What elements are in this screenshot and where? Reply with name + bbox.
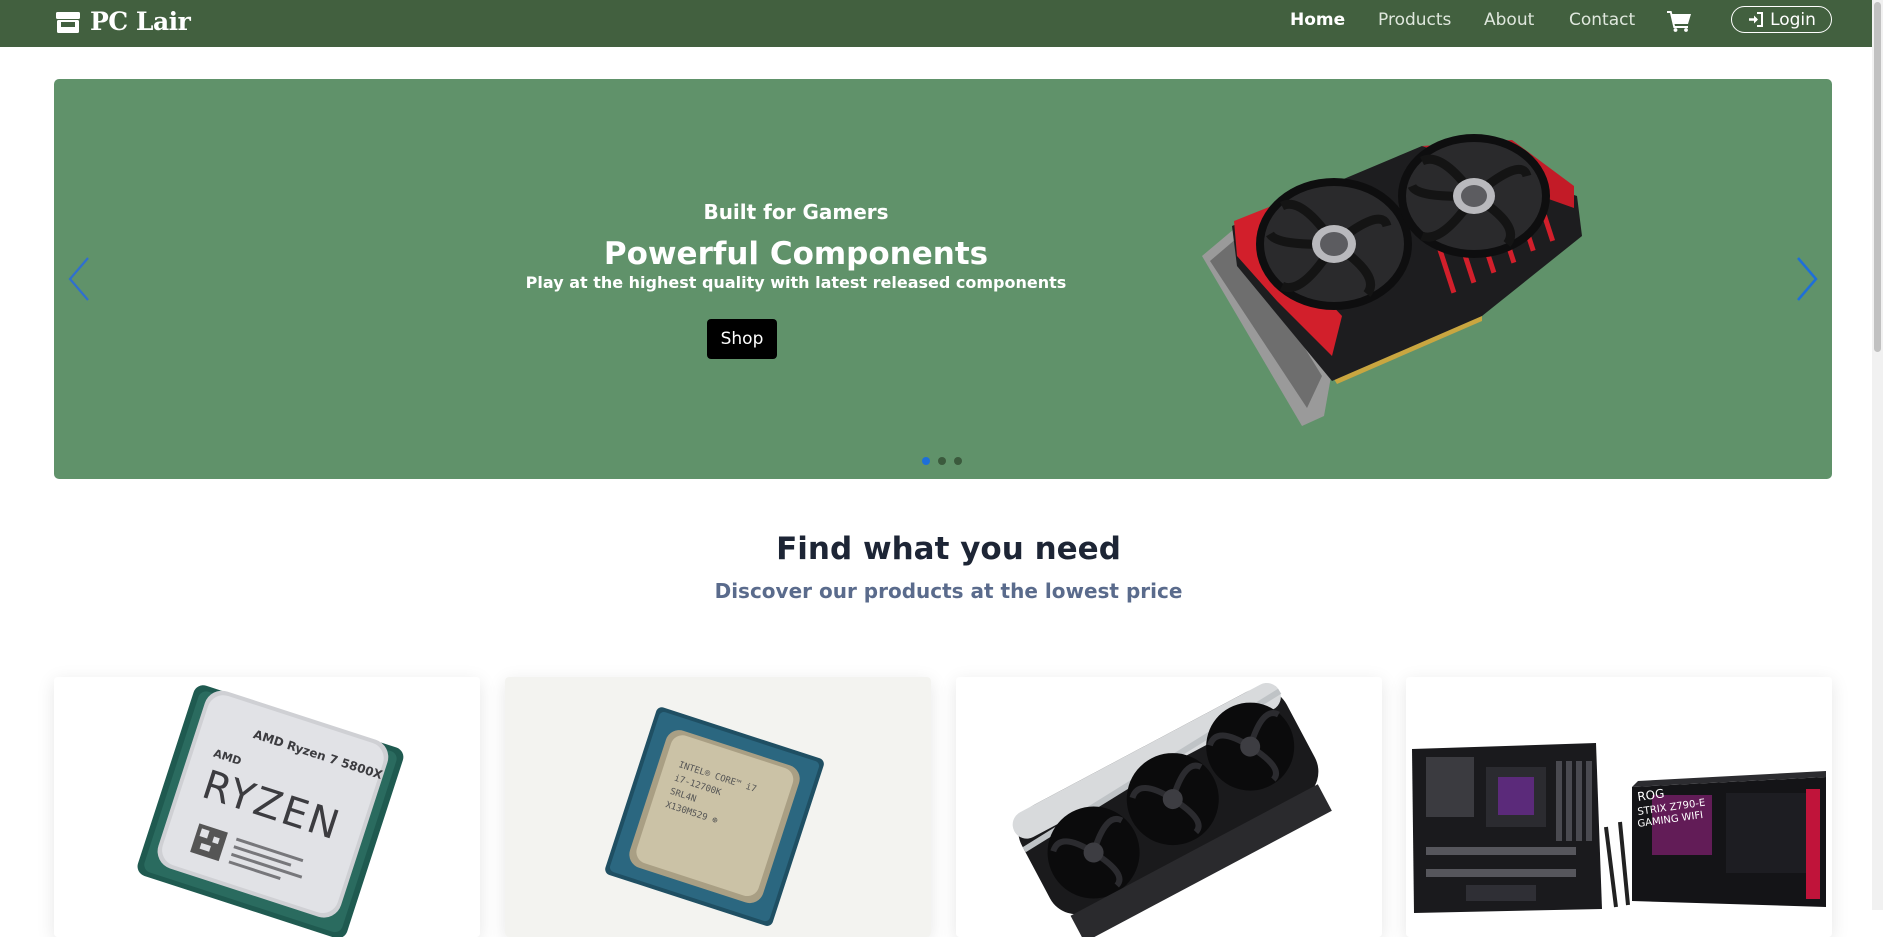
intel-core-cpu-image: INTEL® CORE™ i7 i7-12700K SRL4N X130M529… — [505, 677, 931, 937]
nav-link-products[interactable]: Products — [1378, 10, 1451, 30]
motherboard-box-image: ROG STRIX Z790-E GAMING WIFI — [1406, 677, 1832, 937]
nav-link-about[interactable]: About — [1484, 10, 1534, 30]
navbar: PC Lair Home Products About Contact Logi… — [0, 0, 1872, 47]
carousel-indicator-2[interactable] — [938, 457, 946, 465]
slide-description: Play at the highest quality with latest … — [525, 273, 1067, 292]
carousel-indicators — [922, 457, 970, 465]
brand[interactable]: PC Lair — [54, 7, 191, 37]
product-card-intel-core[interactable]: INTEL® CORE™ i7 i7-12700K SRL4N X130M529… — [505, 677, 931, 937]
carousel-indicator-1[interactable] — [922, 457, 930, 465]
nav-link-home[interactable]: Home — [1290, 10, 1345, 30]
shopping-cart-icon[interactable] — [1666, 10, 1692, 32]
nav-link-contact[interactable]: Contact — [1569, 10, 1635, 30]
graphics-card-image — [956, 677, 1382, 937]
login-button[interactable]: Login — [1731, 6, 1832, 33]
shop-button[interactable]: Shop — [707, 319, 777, 359]
carousel-indicator-3[interactable] — [954, 457, 962, 465]
store-icon — [56, 12, 80, 33]
graphics-card-image — [1202, 134, 1582, 426]
hero-carousel: Built for Gamers Powerful Components Pla… — [54, 79, 1832, 479]
amd-ryzen-cpu-image: AMD Ryzen 7 5800X AMD RYZEN — [54, 677, 480, 937]
sign-in-icon — [1749, 12, 1764, 27]
scrollbar-thumb[interactable] — [1874, 2, 1881, 352]
product-card-amd-ryzen[interactable]: AMD Ryzen 7 5800X AMD RYZEN — [54, 677, 480, 937]
section-title: Find what you need — [776, 531, 1121, 567]
login-label: Login — [1770, 9, 1816, 30]
product-card-motherboard[interactable]: ROG STRIX Z790-E GAMING WIFI — [1406, 677, 1832, 937]
brand-name: PC Lair — [90, 7, 191, 36]
section-subtitle: Discover our products at the lowest pric… — [714, 579, 1183, 603]
chevron-right-icon[interactable] — [1794, 254, 1822, 304]
slide-subtitle: Built for Gamers — [703, 200, 889, 224]
product-card-graphics-card[interactable] — [956, 677, 1382, 937]
slide-title: Powerful Components — [603, 236, 989, 272]
chevron-left-icon[interactable] — [64, 254, 92, 304]
